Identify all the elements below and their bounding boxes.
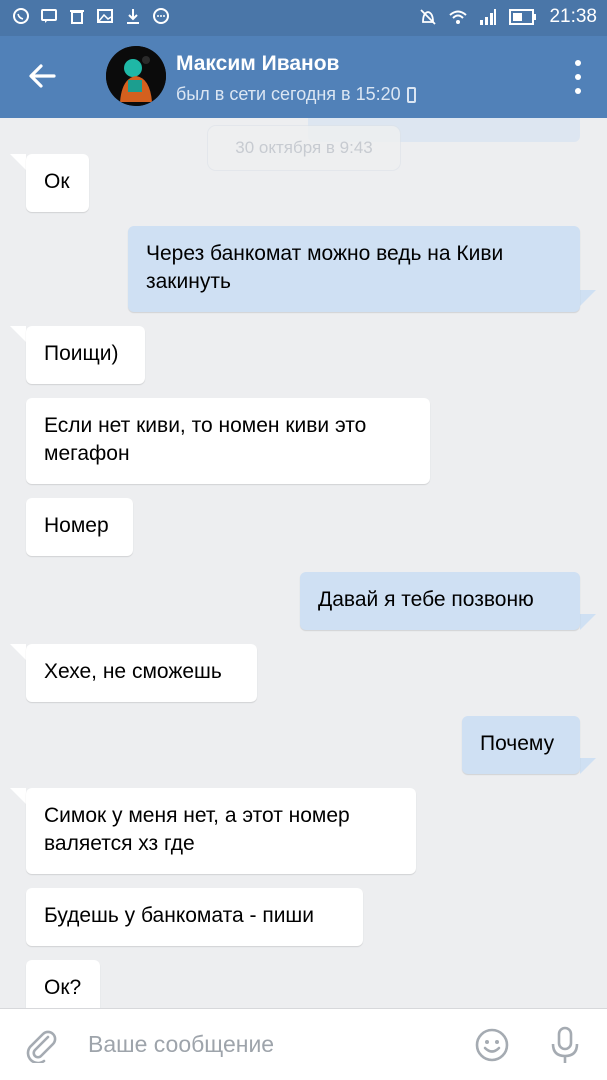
whatsapp-icon bbox=[13, 8, 29, 24]
last-seen: был в сети сегодня в 15:20 bbox=[176, 84, 416, 105]
message-list[interactable]: 30 октября в 9:43 Ок Через банкомат можн… bbox=[0, 118, 607, 1008]
last-seen-text: был в сети сегодня в 15:20 bbox=[176, 84, 401, 104]
contact-name[interactable]: Максим Иванов bbox=[176, 52, 339, 76]
date-chip: 30 октября в 9:43 bbox=[208, 126, 400, 170]
message-incoming[interactable]: Будешь у банкомата - пиши bbox=[26, 888, 363, 946]
trash-icon bbox=[70, 10, 84, 24]
message-input[interactable]: Ваше сообщение bbox=[88, 1031, 274, 1058]
compose-bar: Ваше сообщение bbox=[0, 1008, 607, 1080]
message-incoming[interactable]: Поищи) bbox=[26, 326, 145, 384]
more-circle-icon bbox=[153, 8, 169, 24]
message-incoming[interactable]: Хехе, не сможешь bbox=[26, 644, 257, 702]
message-incoming[interactable]: Ок bbox=[26, 154, 89, 212]
message-icon bbox=[41, 9, 57, 23]
mute-icon bbox=[420, 9, 437, 25]
message-outgoing[interactable]: Через банкомат можно ведь на Киви закину… bbox=[128, 226, 580, 312]
battery-icon bbox=[509, 9, 537, 25]
wifi-icon bbox=[449, 10, 468, 24]
more-menu-icon[interactable] bbox=[573, 60, 583, 94]
chat-header: Максим Иванов был в сети сегодня в 15:20 bbox=[0, 36, 607, 118]
paperclip-icon[interactable] bbox=[24, 1027, 58, 1063]
emoji-icon[interactable] bbox=[474, 1027, 510, 1063]
download-icon bbox=[127, 9, 139, 24]
microphone-icon[interactable] bbox=[548, 1025, 582, 1065]
status-time: 21:38 bbox=[549, 6, 597, 27]
signal-icon bbox=[480, 9, 497, 25]
message-incoming[interactable]: Если нет киви, то номен киви это мегафон bbox=[26, 398, 430, 484]
image-icon bbox=[97, 9, 113, 23]
message-outgoing[interactable]: Давай я тебе позвоню bbox=[300, 572, 580, 630]
message-outgoing[interactable]: Почему bbox=[462, 716, 580, 774]
back-arrow-icon[interactable] bbox=[24, 58, 60, 94]
status-bar: 21:38 bbox=[0, 0, 607, 36]
message-incoming[interactable]: Номер bbox=[26, 498, 133, 556]
message-incoming[interactable]: Ок? bbox=[26, 960, 100, 1008]
mobile-icon bbox=[406, 86, 416, 103]
message-incoming[interactable]: Симок у меня нет, а этот номер валяется … bbox=[26, 788, 416, 874]
avatar[interactable] bbox=[106, 46, 166, 106]
